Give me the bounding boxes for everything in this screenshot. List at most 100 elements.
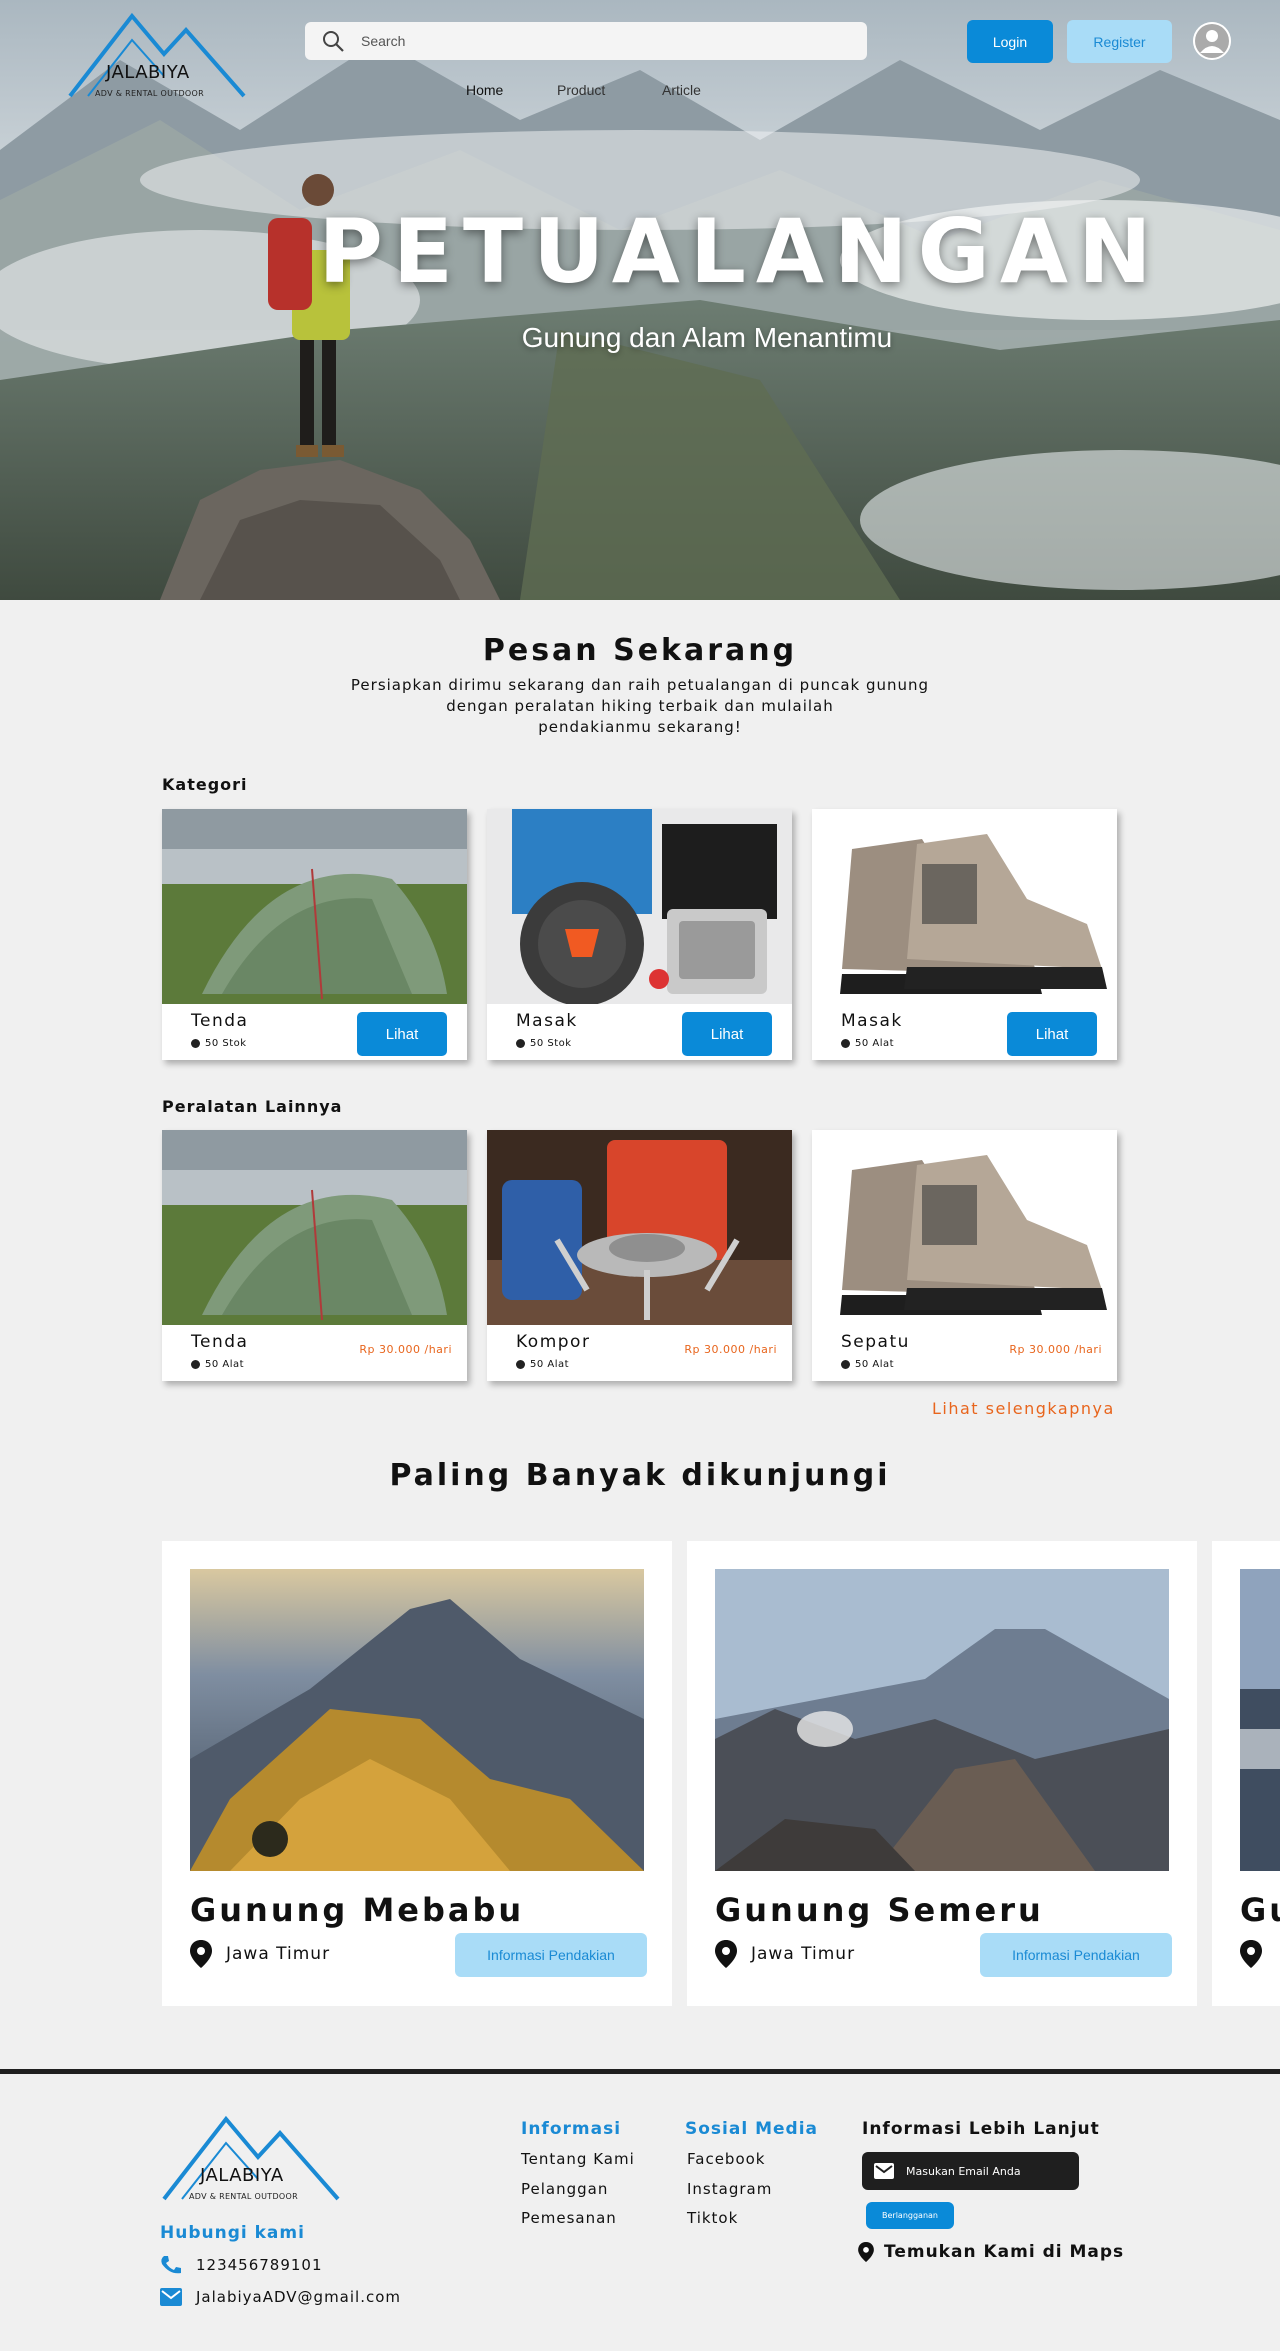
destination-card-semeru[interactable]: Gunung Semeru Jawa Timur Informasi Penda… [687,1541,1197,2006]
kategori-label: Kategori [162,775,248,794]
card-name: Sepatu [841,1332,910,1352]
peralatan-card-sepatu[interactable]: Sepatu 50 Alat Rp 30.000 /hari [812,1130,1117,1381]
link-pelanggan[interactable]: Pelanggan [521,2180,608,2198]
stock-dot-icon [841,1360,850,1369]
nav-article[interactable]: Article [662,82,701,98]
hero-banner: JALABIYA ADV & RENTAL OUTDOOR Search Log… [0,0,1280,600]
user-avatar-icon[interactable] [1193,22,1231,60]
destination-name: Gunung Semeru [715,1891,1044,1929]
lihat-button[interactable]: Lihat [1007,1012,1097,1056]
stock-text: 50 Alat [855,1359,895,1370]
hero-subtitle: Gunung dan Alam Menantimu [521,322,893,353]
location-pin-icon [715,1940,737,1968]
stock-dot-icon [191,1360,200,1369]
link-pemesanan[interactable]: Pemesanan [521,2209,617,2227]
search-bar[interactable]: Search [305,22,867,60]
destination-card-mebabu[interactable]: Gunung Mebabu Jawa Timur Informasi Penda… [162,1541,672,2006]
contact-phone[interactable]: 123456789101 [160,2255,323,2275]
link-facebook[interactable]: Facebook [687,2150,765,2168]
lihat-button[interactable]: Lihat [357,1012,447,1056]
email-text: JalabiyaADV@gmail.com [196,2288,402,2306]
nav-home[interactable]: Home [466,82,503,98]
mail-icon [160,2288,182,2306]
contact-email[interactable]: JalabiyaADV@gmail.com [160,2288,401,2306]
mountain-logo-icon [68,12,246,98]
destination-name: Gu [1240,1891,1280,1929]
location-pin-icon [858,2242,874,2262]
mountain-photo [1240,1569,1280,1871]
order-desc-line-1: Persiapkan dirimu sekarang dan raih petu… [350,676,930,694]
card-stock: 50 Alat [841,1038,894,1049]
peralatan-card-tenda[interactable]: Tenda 50 Alat Rp 30.000 /hari [162,1130,467,1381]
card-price: Rp 30.000 /hari [1009,1343,1102,1356]
brand-logo[interactable]: JALABIYA ADV & RENTAL OUTDOOR [68,10,248,100]
card-stock: 50 Alat [516,1359,569,1370]
kategori-card-sepatu: Masak 50 Alat Lihat [812,809,1117,1060]
search-placeholder: Search [361,33,406,49]
nav-product[interactable]: Product [557,82,605,98]
maps-link[interactable]: Temukan Kami di Maps [858,2242,1124,2262]
card-name: Kompor [516,1332,591,1352]
kategori-card-masak: Masak 50 Stok Lihat [487,809,792,1060]
card-stock: 50 Alat [191,1359,244,1370]
card-name: Tenda [191,1332,249,1352]
link-tiktok[interactable]: Tiktok [687,2209,738,2227]
brand-tagline: ADV & RENTAL OUTDOOR [189,2192,298,2201]
brand-tagline: ADV & RENTAL OUTDOOR [95,89,204,98]
tent-image [162,809,467,1004]
kategori-card-tenda: Tenda 50 Stok Lihat [162,809,467,1060]
mail-icon [874,2163,894,2179]
card-name: Masak [841,1011,903,1031]
order-title: Pesan Sekarang [482,633,798,668]
stock-dot-icon [516,1039,525,1048]
login-button[interactable]: Login [967,20,1053,63]
boots-image [812,1130,1117,1325]
subscribe-button[interactable]: Berlangganan [866,2202,954,2229]
footer-brand-logo[interactable]: JALABIYA ADV & RENTAL OUTDOOR [162,2113,342,2203]
stock-dot-icon [191,1039,200,1048]
link-tentang-kami[interactable]: Tentang Kami [521,2150,635,2168]
contact-title: Hubungi kami [160,2223,305,2243]
register-button[interactable]: Register [1067,20,1172,63]
info-title: Informasi [521,2119,622,2139]
hero-title: PETUALANGAN [318,200,1162,303]
card-name: Tenda [191,1011,249,1031]
card-stock: 50 Stok [191,1038,247,1049]
stock-text: 50 Stok [530,1038,572,1049]
location-text: Jawa Timur [226,1944,331,1964]
informasi-pendakian-button[interactable]: Informasi Pendakian [455,1933,647,1977]
stock-text: 50 Stok [205,1038,247,1049]
lihat-selengkapnya-link[interactable]: Lihat selengkapnya [932,1399,1115,1418]
brand-name: JALABIYA [106,62,190,83]
peralatan-card-kompor[interactable]: Kompor 50 Alat Rp 30.000 /hari [487,1130,792,1381]
newsletter-email-input[interactable]: Masukan Email Anda [862,2152,1079,2190]
stove-image [487,1130,792,1325]
card-stock: 50 Stok [516,1038,572,1049]
destination-location: Jawa Timur [190,1940,330,1968]
location-pin-icon [190,1940,212,1968]
mountain-semeru-photo [715,1569,1169,1871]
lihat-button[interactable]: Lihat [682,1012,772,1056]
destination-card-partial[interactable]: Gu [1212,1541,1280,2006]
cooking-set-image [487,809,792,1004]
destination-name: Gunung Mebabu [190,1891,525,1929]
peralatan-label: Peralatan Lainnya [162,1097,343,1116]
card-name: Masak [516,1011,578,1031]
destination-location: Jawa Timur [715,1940,855,1968]
stock-dot-icon [516,1360,525,1369]
card-stock: 50 Alat [841,1359,894,1370]
order-desc-line-2: dengan peralatan hiking terbaik dan mula… [446,697,834,715]
stock-dot-icon [841,1039,850,1048]
tent-image [162,1130,467,1325]
link-instagram[interactable]: Instagram [687,2180,772,2198]
stock-text: 50 Alat [530,1359,570,1370]
informasi-pendakian-button[interactable]: Informasi Pendakian [980,1933,1172,1977]
social-title: Sosial Media [685,2119,819,2139]
card-price: Rp 30.000 /hari [684,1343,777,1356]
location-text: Jawa Timur [751,1944,856,1964]
mountain-logo-icon [162,2115,340,2201]
destination-location [1240,1940,1262,1968]
popular-title: Paling Banyak dikunjungi [389,1458,891,1493]
stock-text: 50 Alat [855,1038,895,1049]
maps-text: Temukan Kami di Maps [884,2242,1125,2262]
